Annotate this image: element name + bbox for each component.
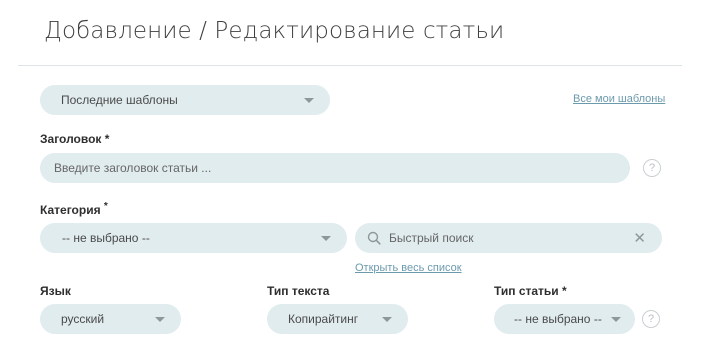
templates-select[interactable]: Последние шаблоны [40,85,330,115]
required-mark: * [562,284,567,298]
chevron-down-icon [304,97,314,103]
category-label-text: Категория [40,203,101,217]
page-title: Добавление / Редактирование статьи [44,18,505,44]
open-full-list-link[interactable]: Открыть весь список [355,262,462,274]
article-type-label-text: Тип статьи [494,284,559,298]
close-icon[interactable]: ✕ [633,231,646,246]
headline-label: Заголовок * [40,132,109,146]
search-icon [367,231,381,245]
article-type-select-value: -- не выбрано -- [514,312,602,326]
headline-help-icon[interactable]: ? [643,159,661,177]
category-select-value: -- не выбрано -- [62,231,150,245]
headline-input-placeholder: Введите заголовок статьи ... [54,161,212,175]
chevron-down-icon [321,235,331,241]
category-label: Категория * [40,201,108,217]
headline-input[interactable]: Введите заголовок статьи ... [40,153,630,183]
article-type-label: Тип статьи * [494,284,567,298]
text-type-label: Тип текста [267,284,330,298]
chevron-down-icon [611,316,621,322]
all-templates-link[interactable]: Все мои шаблоны [573,93,665,105]
language-label: Язык [40,284,71,298]
category-select[interactable]: -- не выбрано -- [40,223,347,253]
language-select-value: русский [61,312,105,326]
article-type-select[interactable]: -- не выбрано -- [494,304,635,334]
category-search-input[interactable]: Быстрый поиск ✕ [355,223,662,253]
required-mark: * [103,201,108,212]
templates-select-value: Последние шаблоны [61,93,178,107]
chevron-down-icon [382,316,392,322]
text-type-select[interactable]: Копирайтинг [267,304,408,334]
article-type-help-icon[interactable]: ? [642,310,660,328]
headline-label-text: Заголовок [40,132,102,146]
language-select[interactable]: русский [40,304,181,334]
category-search-placeholder: Быстрый поиск [389,231,474,245]
chevron-down-icon [155,316,165,322]
text-type-select-value: Копирайтинг [288,312,359,326]
required-mark: * [104,132,110,146]
title-divider [18,65,682,66]
